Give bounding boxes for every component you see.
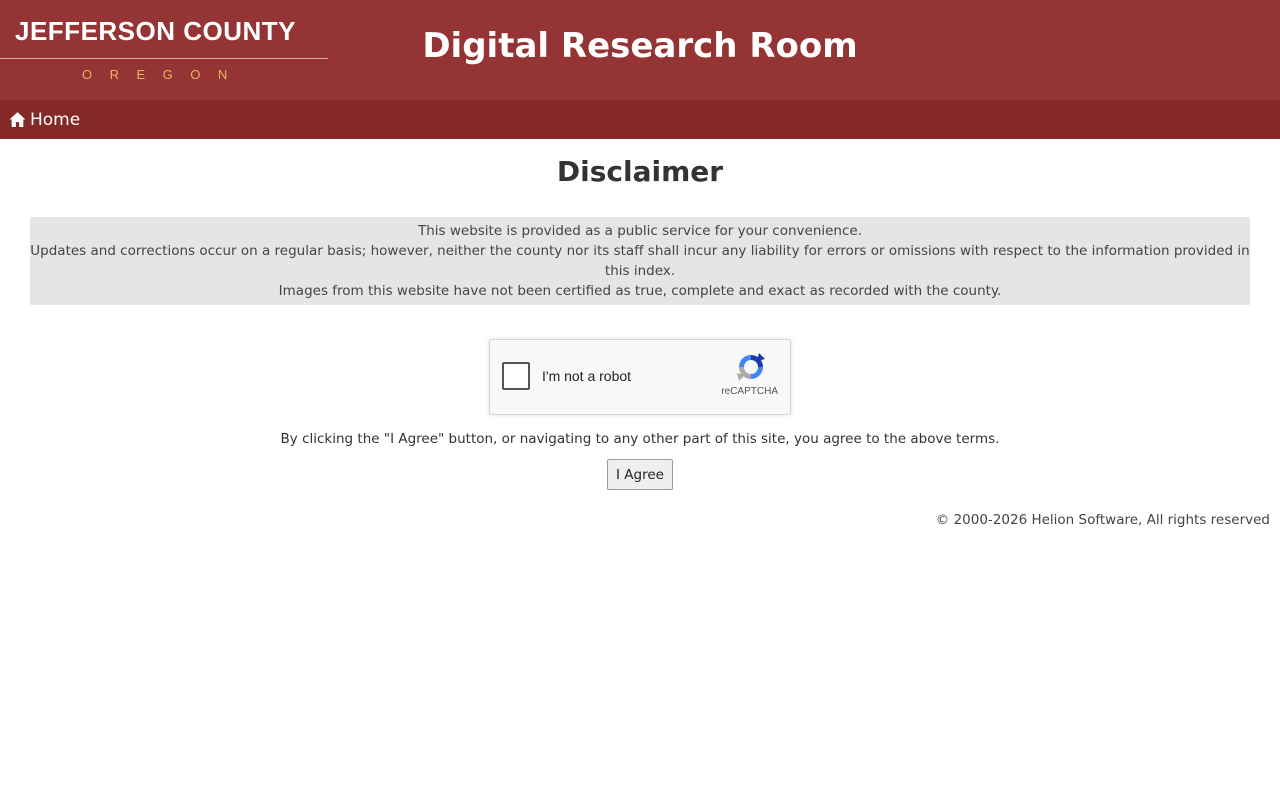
captcha-brand: reCAPTCHA [721, 386, 778, 397]
site-header: JEFFERSON COUNTY OREGON Digital Research… [0, 0, 1280, 100]
site-title: Digital Research Room [422, 26, 858, 66]
recaptcha-widget: I'm not a robot reCAPTCHA [489, 339, 791, 415]
agree-terms-text: By clicking the "I Agree" button, or nav… [280, 431, 1000, 447]
agree-button-container: I Agree [0, 459, 1280, 490]
disclaimer-line: Updates and corrections occur on a regul… [30, 243, 1250, 279]
nav-home-link[interactable]: Home [9, 110, 80, 130]
disclaimer-box: This website is provided as a public ser… [30, 217, 1250, 305]
captcha-container: I'm not a robot reCAPTCHA [0, 339, 1280, 415]
main-nav: Home [0, 100, 1280, 139]
captcha-label: I'm not a robot [542, 368, 632, 384]
disclaimer-line: This website is provided as a public ser… [417, 223, 863, 239]
recaptcha-logo-icon [737, 353, 765, 381]
nav-home-label: Home [30, 109, 81, 130]
logo-state-name: OREGON [82, 67, 245, 82]
footer-copyright: © 2000-2026 Helion Software, All rights … [935, 512, 1270, 528]
agree-button[interactable]: I Agree [607, 459, 673, 490]
home-icon [9, 112, 26, 127]
disclaimer-line: Images from this website have not been c… [278, 283, 1002, 299]
captcha-checkbox[interactable] [502, 362, 530, 390]
page-title: Disclaimer [556, 155, 724, 188]
